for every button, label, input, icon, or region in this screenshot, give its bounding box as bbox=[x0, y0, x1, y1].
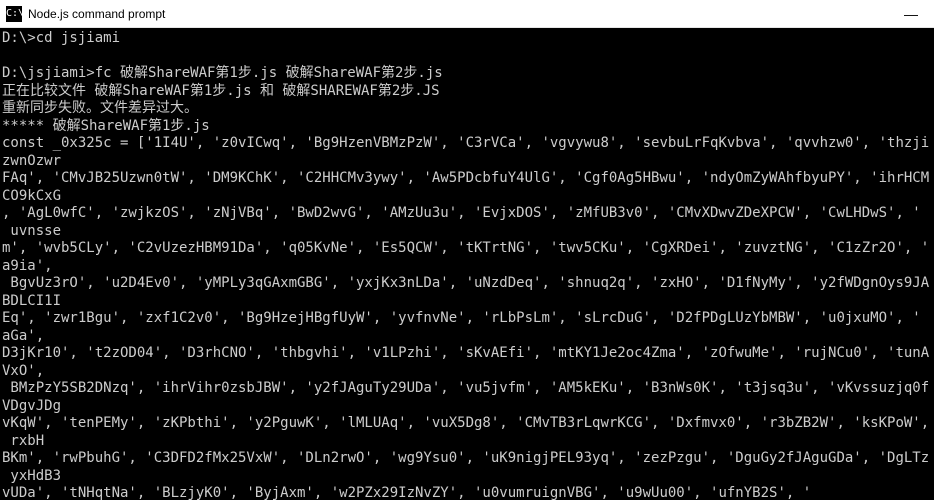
terminal-line: const _0x325c = ['1I4U', 'z0vICwq', 'Bg9… bbox=[2, 135, 934, 153]
terminal-line: ***** 破解ShareWAF第1步.js bbox=[2, 118, 934, 136]
terminal-line: a9ia', bbox=[2, 258, 934, 276]
terminal-line: vUDa', 'tNHqtNa', 'BLzjyK0', 'ByjAxm', '… bbox=[2, 485, 934, 500]
window-controls: — bbox=[888, 0, 934, 27]
terminal-line: m', 'wvb5CLy', 'C2vUzezHBM91Da', 'q05KvN… bbox=[2, 240, 934, 258]
titlebar[interactable]: C:\ Node.js command prompt — bbox=[0, 0, 934, 28]
cmd-icon: C:\ bbox=[6, 6, 22, 22]
terminal-line: , 'AgL0wfC', 'zwjkzOS', 'zNjVBq', 'BwD2w… bbox=[2, 205, 934, 223]
terminal-line: D3jKr10', 't2zOD04', 'D3rhCNO', 'thbgvhi… bbox=[2, 345, 934, 363]
terminal-line: D:\jsjiami>fc 破解ShareWAF第1步.js 破解ShareWA… bbox=[2, 65, 934, 83]
terminal-line: yxHdB3 bbox=[2, 468, 934, 486]
terminal-line: CO9kCxG bbox=[2, 188, 934, 206]
terminal-line: vKqW', 'tenPEMy', 'zKPbthi', 'y2PguwK', … bbox=[2, 415, 934, 433]
terminal-line: VDgvJDg bbox=[2, 398, 934, 416]
minimize-button[interactable]: — bbox=[888, 0, 934, 27]
terminal-line: D:\>cd jsjiami bbox=[2, 30, 934, 48]
terminal-line: BMzPzY5SB2DNzq', 'ihrVihr0zsbJBW', 'y2fJ… bbox=[2, 380, 934, 398]
terminal-output[interactable]: D:\>cd jsjiami D:\jsjiami>fc 破解ShareWAF第… bbox=[0, 28, 934, 500]
window-title: Node.js command prompt bbox=[28, 7, 888, 21]
terminal-line: rxbH bbox=[2, 433, 934, 451]
terminal-line: zwnOzwr bbox=[2, 153, 934, 171]
terminal-line: BgvUz3rO', 'u2D4Ev0', 'yMPLy3qGAxmGBG', … bbox=[2, 275, 934, 293]
terminal-line bbox=[2, 48, 934, 66]
terminal-line: FAq', 'CMvJB25Uzwn0tW', 'DM9KChK', 'C2HH… bbox=[2, 170, 934, 188]
terminal-line: Eq', 'zwr1Bgu', 'zxf1C2v0', 'Bg9HzejHBgf… bbox=[2, 310, 934, 328]
terminal-line: uvnsse bbox=[2, 223, 934, 241]
terminal-line: 重新同步失败。文件差异过大。 bbox=[2, 100, 934, 118]
terminal-line: aGa', bbox=[2, 328, 934, 346]
terminal-line: BKm', 'rwPbuhG', 'C3DFD2fMx25VxW', 'DLn2… bbox=[2, 450, 934, 468]
terminal-line: VxO', bbox=[2, 363, 934, 381]
window: C:\ Node.js command prompt — D:\>cd jsji… bbox=[0, 0, 934, 500]
terminal-line: 正在比较文件 破解ShareWAF第1步.js 和 破解SHAREWAF第2步.… bbox=[2, 83, 934, 101]
terminal-line: BDLCI1I bbox=[2, 293, 934, 311]
